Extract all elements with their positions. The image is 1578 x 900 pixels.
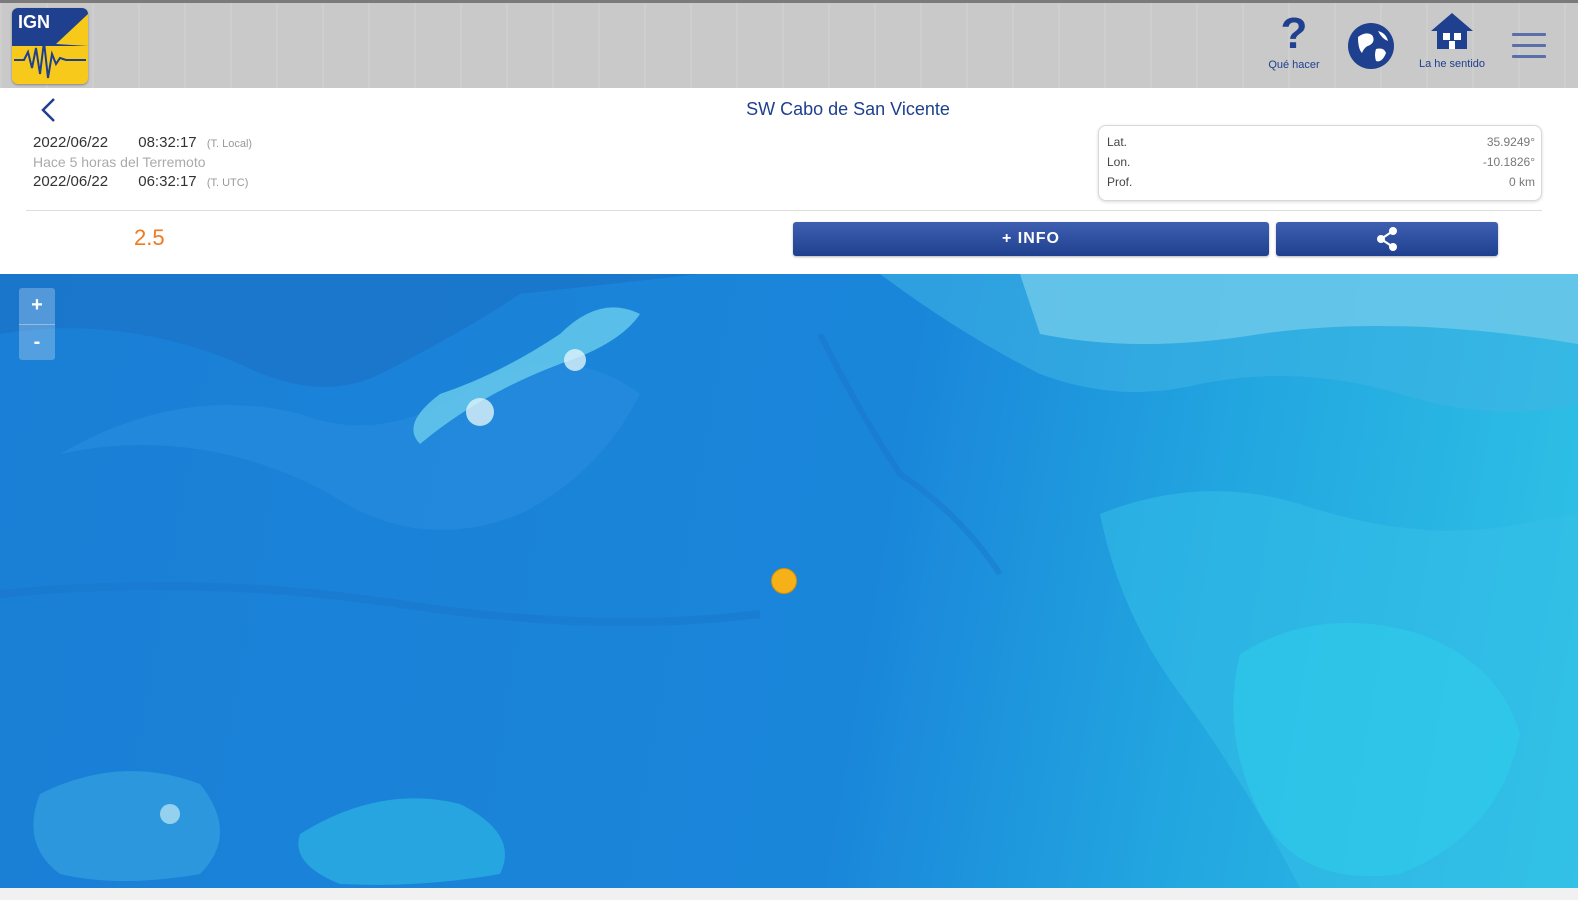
longitude-value: -10.1826° bbox=[1482, 155, 1535, 169]
earthquake-marker[interactable] bbox=[771, 568, 797, 594]
local-tz: (T. Local) bbox=[206, 138, 253, 150]
latitude-row: Lat. 35.9249° bbox=[1107, 135, 1535, 153]
latitude-label: Lat. bbox=[1107, 135, 1128, 149]
local-datetime-row: 2022/06/22 08:32:17 (T. Local) bbox=[33, 134, 252, 151]
zoom-in-button[interactable]: + bbox=[19, 288, 55, 324]
menu-line bbox=[1512, 55, 1546, 58]
felt-it-label: La he sentido bbox=[1418, 58, 1486, 70]
divider bbox=[26, 210, 1542, 211]
felt-it-button[interactable]: La he sentido bbox=[1418, 11, 1486, 70]
depth-label: Prof. bbox=[1107, 175, 1133, 189]
coordinates-box: Lat. 35.9249° Lon. -10.1826° Prof. 0 km bbox=[1098, 125, 1542, 201]
globe-icon bbox=[1348, 23, 1394, 69]
app-toolbar: IGN ? Qué hacer La he sentido bbox=[0, 0, 1578, 88]
help-question-icon: ? bbox=[1280, 9, 1308, 58]
time-ago: Hace 5 horas del Terremoto bbox=[33, 154, 206, 170]
longitude-row: Lon. -10.1826° bbox=[1107, 155, 1535, 173]
utc-tz: (T. UTC) bbox=[206, 177, 249, 189]
earthquake-map[interactable]: + - bbox=[0, 274, 1578, 888]
help-button[interactable]: ? Qué hacer bbox=[1264, 9, 1324, 72]
latitude-value: 35.9249° bbox=[1486, 135, 1535, 149]
house-icon bbox=[1431, 13, 1473, 49]
more-info-button[interactable]: + INFO bbox=[793, 222, 1269, 256]
menu-line bbox=[1512, 44, 1546, 47]
bottom-bar bbox=[0, 888, 1578, 900]
zoom-controls: + - bbox=[19, 288, 55, 360]
ign-logo[interactable]: IGN bbox=[12, 8, 88, 84]
share-button[interactable] bbox=[1276, 222, 1498, 256]
hamburger-menu-icon[interactable] bbox=[1512, 33, 1546, 66]
local-date: 2022/06/22 bbox=[33, 134, 109, 151]
help-label: Qué hacer bbox=[1268, 59, 1320, 71]
utc-time: 06:32:17 bbox=[138, 173, 197, 190]
globe-button[interactable] bbox=[1345, 21, 1397, 76]
local-time: 08:32:17 bbox=[138, 134, 197, 151]
depth-value: 0 km bbox=[1508, 175, 1535, 189]
utc-datetime-row: 2022/06/22 06:32:17 (T. UTC) bbox=[33, 173, 248, 190]
zoom-out-button[interactable]: - bbox=[19, 324, 55, 361]
magnitude-value: 2.5 bbox=[134, 225, 165, 250]
utc-date: 2022/06/22 bbox=[33, 173, 109, 190]
longitude-label: Lon. bbox=[1107, 155, 1131, 169]
share-icon bbox=[1377, 227, 1397, 251]
menu-line bbox=[1512, 33, 1546, 36]
event-location-title: SW Cabo de San Vicente bbox=[746, 99, 950, 119]
seismograph-icon bbox=[14, 14, 88, 79]
depth-row: Prof. 0 km bbox=[1107, 175, 1535, 193]
